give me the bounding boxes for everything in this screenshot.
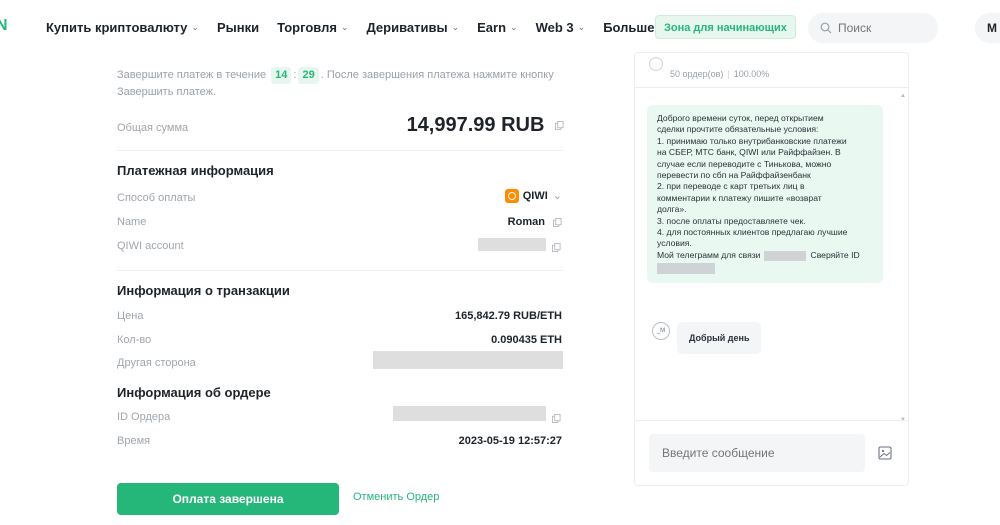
nav-item-label: Рынки [216, 20, 260, 35]
message-line: сделки прочтите обязательные условия: [657, 124, 819, 135]
nav-item-label: Web 3 [535, 20, 574, 35]
scroll-up-icon[interactable]: ▲ [900, 93, 906, 99]
user-avatar-top[interactable]: M [975, 13, 1000, 43]
user-message: Добрый день [677, 322, 762, 354]
telegram-line: Мой телеграмм для связи Сверяйте ID [657, 250, 874, 261]
completion-rate: 100.00% [733, 69, 770, 79]
message-line: случае если переводите с Тинькова, можно [657, 158, 832, 169]
payment-completed-button[interactable]: Оплата завершена [117, 483, 339, 515]
nav-item-earn[interactable]: Earn ⌄ [477, 20, 517, 35]
chat-panel: 50 ордер(ов)|100.00% ▲ ▼ Доброго времени… [634, 52, 909, 486]
chat-header: 50 ордер(ов) | 100.00% [649, 53, 897, 87]
message-line: комментарии к платежу пишите «возврат [657, 192, 822, 203]
seller-message: Доброго времени суток, перед открытием с… [647, 105, 883, 284]
nav-item-label: Больше [603, 20, 655, 35]
message-line: Доброго времени суток, перед открытием [657, 113, 824, 123]
redacted-account [478, 238, 546, 251]
payment-method-select[interactable]: QIWI ⌄ [504, 189, 562, 204]
chevron-down-icon: ⌄ [191, 22, 199, 32]
nav-item-label: Купить криптовалюту [46, 20, 188, 35]
top-navigation: N Купить криптовалюту ⌄ Рынки Торговля ⌄ Д… [0, 0, 1000, 56]
redacted-id [657, 263, 715, 275]
orders-count: 50 ордер(ов) [670, 69, 724, 79]
chat-input-divider [635, 420, 908, 421]
message-line: перевести по сбп на Райффайзенбанк [657, 170, 811, 181]
search-input[interactable] [838, 21, 928, 35]
nav-item-web3[interactable]: Web 3 ⌄ [536, 20, 586, 35]
qiwi-icon [504, 189, 519, 204]
stats-separator: | [727, 69, 730, 79]
message-line: 2. при переводе с карт третьих лиц в [657, 181, 805, 192]
time-value: 2023-05-19 12:57:27 [458, 435, 562, 447]
total-amount: 14,997.99 RUB [380, 114, 564, 137]
cancel-order-link[interactable]: Отменить Ордер [353, 491, 439, 503]
name-value-row: Roman [508, 216, 562, 228]
nav-item-label: Earn [477, 20, 507, 35]
section-divider [117, 150, 563, 151]
telegram-suffix: Сверяйте ID [810, 249, 860, 260]
payment-method-value: QIWI [522, 190, 548, 202]
redacted-telegram [764, 250, 807, 261]
image-upload-icon[interactable] [878, 446, 892, 460]
chevron-down-icon: ⌄ [510, 22, 518, 32]
search-box[interactable] [808, 13, 938, 43]
copy-icon[interactable] [553, 217, 562, 227]
payment-timer-notice: Завершите платеж в течение 14:29. После … [117, 67, 554, 98]
message-line: 3. после оплаты предоставляете чек. [657, 215, 806, 226]
redacted-counterparty [373, 351, 563, 369]
message-line: 4. для постоянных клиентов предлагаю луч… [657, 227, 848, 238]
quantity-label: Кол-во [117, 334, 152, 346]
timer-seconds: 29 [298, 67, 319, 84]
nav-menu: Купить криптовалюту ⌄ Рынки Торговля ⌄ Дер… [46, 20, 684, 35]
nav-item-buy-crypto[interactable]: Купить криптовалюту ⌄ [46, 20, 199, 35]
section-divider [117, 270, 563, 271]
total-label: Общая сумма [117, 122, 189, 134]
copy-icon[interactable] [555, 121, 564, 131]
qiwi-account-label: QIWI account [117, 240, 184, 252]
nav-item-label: Торговля [277, 20, 337, 35]
transaction-info-title: Информация о транзакции [117, 283, 290, 298]
user-avatar: _M [652, 322, 670, 340]
quantity-value: 0.090435 ETH [491, 334, 562, 346]
nav-item-markets[interactable]: Рынки [217, 20, 259, 35]
chat-header-divider [635, 87, 908, 88]
chat-message-input[interactable] [649, 434, 865, 472]
price-label: Цена [117, 310, 144, 322]
telegram-prefix: Мой телеграмм для связи [657, 249, 761, 260]
nav-item-trade[interactable]: Торговля ⌄ [277, 20, 348, 35]
price-value: 165,842.79 RUB/ETH [455, 310, 562, 322]
timer-prefix: Завершите платеж в течение [117, 69, 267, 81]
brand-logo[interactable]: N [0, 17, 9, 35]
beginner-zone-button[interactable]: Зона для начинающих [655, 15, 796, 39]
nav-item-derivatives[interactable]: Деривативы ⌄ [367, 20, 460, 35]
chevron-down-icon: ⌄ [577, 22, 586, 32]
search-icon [820, 22, 832, 34]
copy-icon[interactable] [552, 414, 561, 423]
copy-icon[interactable] [552, 243, 561, 252]
message-line: на СБЕР, МТС банк, QIWI или Райффайзен. … [657, 147, 841, 158]
name-value: Roman [507, 216, 545, 228]
counterparty-label: Другая сторона [117, 357, 196, 369]
order-id-label: ID Ордера [117, 411, 171, 423]
order-info-title: Информация об ордере [117, 385, 271, 400]
redacted-order-id [393, 406, 546, 421]
chat-scrollbar[interactable]: ▲ ▼ [900, 93, 906, 423]
message-line: долга». [657, 204, 687, 215]
payment-method-label: Способ оплаты [117, 192, 196, 204]
timer-minutes: 14 [271, 67, 292, 84]
payment-info-title: Платежная информация [117, 163, 274, 178]
chevron-down-icon: ⌄ [552, 190, 562, 202]
seller-avatar [649, 57, 663, 71]
name-label: Name [117, 216, 147, 228]
chevron-down-icon: ⌄ [451, 22, 460, 32]
time-label: Время [117, 435, 151, 447]
chevron-down-icon: ⌄ [340, 22, 349, 32]
message-line: условия. [657, 238, 692, 249]
message-line: 1. принимаю только внутрибанковские плат… [657, 135, 847, 146]
nav-item-label: Деривативы [366, 20, 448, 35]
total-amount-value: 14,997.99 RUB [406, 114, 545, 136]
seller-stats: 50 ордер(ов) | 100.00% [670, 69, 769, 79]
